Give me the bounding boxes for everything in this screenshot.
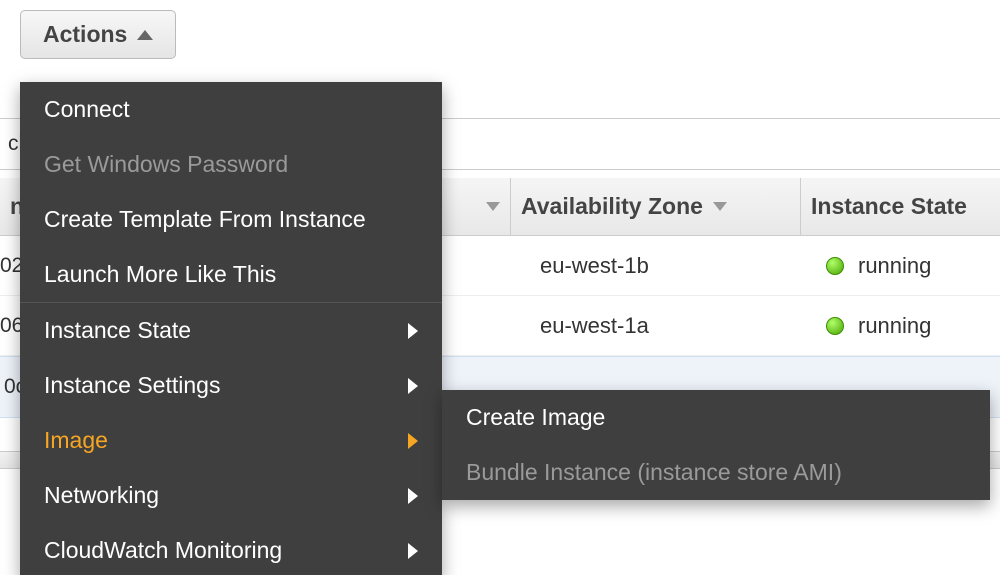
chevron-right-icon: [408, 543, 418, 559]
actions-button-label: Actions: [43, 21, 127, 48]
menu-item-label: Get Windows Password: [44, 151, 288, 178]
menu-item-networking[interactable]: Networking: [20, 468, 442, 523]
chevron-right-icon: [408, 323, 418, 339]
cell-instance-state: running: [812, 313, 1000, 339]
cell-state-label: running: [858, 313, 931, 339]
table-header-col1[interactable]: ns: [0, 178, 21, 235]
cell-instance-id: 06: [0, 314, 16, 338]
cell-state-label: running: [858, 253, 931, 279]
menu-item-cloudwatch-monitoring[interactable]: CloudWatch Monitoring: [20, 523, 442, 575]
cell-instance-state: running: [812, 253, 1000, 279]
chevron-right-icon: [408, 378, 418, 394]
menu-item-label: Image: [44, 427, 108, 454]
menu-item-launch-more-like-this[interactable]: Launch More Like This: [20, 247, 442, 302]
table-header-col4-label: Instance State: [811, 193, 967, 220]
table-header-instance-state[interactable]: Instance State: [801, 178, 1000, 235]
cell-instance-id: 02: [0, 254, 16, 278]
sort-down-icon: [713, 202, 727, 211]
menu-item-label: Networking: [44, 482, 159, 509]
menu-item-label: Instance Settings: [44, 372, 220, 399]
menu-item-label: Instance State: [44, 317, 191, 344]
menu-item-instance-state[interactable]: Instance State: [20, 303, 442, 358]
menu-item-connect[interactable]: Connect: [20, 82, 442, 137]
chevron-right-icon: [408, 433, 418, 449]
sort-down-icon: [486, 202, 500, 211]
caret-up-icon: [137, 30, 153, 40]
menu-item-image[interactable]: Image: [20, 413, 442, 468]
table-header-availability-zone[interactable]: Availability Zone: [511, 178, 801, 235]
image-submenu: Create Image Bundle Instance (instance s…: [442, 390, 990, 500]
menu-item-label: Bundle Instance (instance store AMI): [466, 459, 842, 486]
table-header-col3-label: Availability Zone: [521, 193, 703, 220]
menu-item-label: Connect: [44, 96, 130, 123]
status-running-icon: [826, 257, 844, 275]
submenu-item-create-image[interactable]: Create Image: [442, 390, 990, 445]
menu-item-instance-settings[interactable]: Instance Settings: [20, 358, 442, 413]
actions-menu: Connect Get Windows Password Create Temp…: [20, 82, 442, 575]
actions-button[interactable]: Actions: [20, 10, 176, 59]
menu-item-label: CloudWatch Monitoring: [44, 537, 282, 564]
chevron-right-icon: [408, 488, 418, 504]
submenu-item-bundle-instance: Bundle Instance (instance store AMI): [442, 445, 990, 500]
menu-item-label: Create Image: [466, 404, 605, 431]
menu-item-label: Launch More Like This: [44, 261, 276, 288]
cell-availability-zone: eu-west-1b: [522, 253, 812, 279]
menu-item-create-template[interactable]: Create Template From Instance: [20, 192, 442, 247]
menu-item-label: Create Template From Instance: [44, 206, 366, 233]
menu-item-get-windows-password: Get Windows Password: [20, 137, 442, 192]
status-running-icon: [826, 317, 844, 335]
cell-instance-id: 0c: [0, 375, 16, 399]
cell-availability-zone: eu-west-1a: [522, 313, 812, 339]
